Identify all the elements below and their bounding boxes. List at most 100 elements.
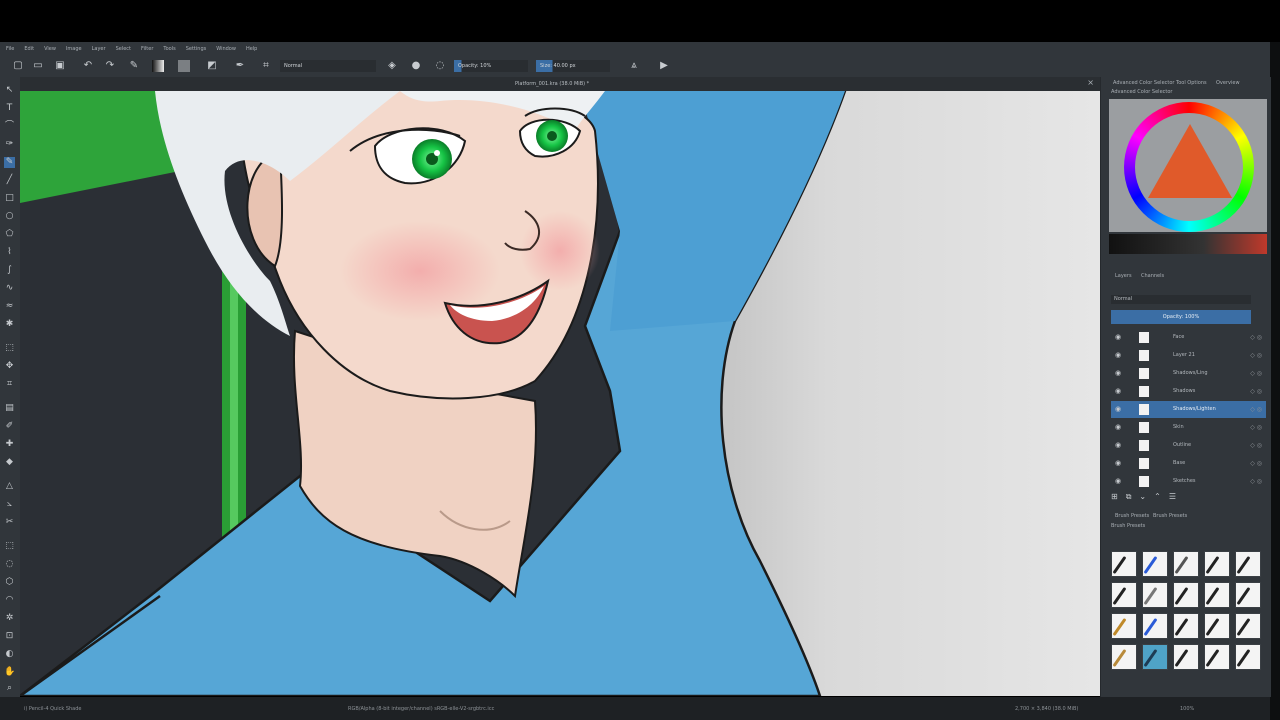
fill-tool-icon[interactable]: ◆	[4, 457, 15, 468]
brush-preset[interactable]	[1142, 613, 1168, 639]
polyline-tool-icon[interactable]: ⌇	[4, 247, 15, 258]
rect-select-icon[interactable]: ⬚	[4, 541, 15, 552]
layer-row[interactable]: ◉ Skin ◇ ◎	[1111, 419, 1266, 436]
lock-icon[interactable]: ◇ ◎	[1250, 383, 1262, 400]
assistant-tool-icon[interactable]: △	[4, 481, 15, 492]
zoom-tool-icon[interactable]: ⌕	[4, 683, 15, 694]
brush-preset-selected[interactable]	[1142, 644, 1168, 670]
duplicate-layer-icon[interactable]: ⧉	[1126, 492, 1140, 501]
redo-icon[interactable]: ↷	[104, 60, 116, 72]
menu-help[interactable]: Help	[246, 46, 257, 52]
brush-preset[interactable]	[1173, 551, 1199, 577]
pattern-swatch[interactable]	[178, 60, 190, 72]
dynamic-brush-icon[interactable]: ≈	[4, 301, 15, 312]
lock-icon[interactable]: ◇ ◎	[1250, 329, 1262, 346]
menu-image[interactable]: Image	[66, 46, 82, 52]
brush-preset[interactable]	[1142, 551, 1168, 577]
line-tool-icon[interactable]: ╱	[4, 175, 15, 186]
freehand-brush-icon[interactable]: ✎	[4, 157, 15, 168]
menu-select[interactable]: Select	[116, 46, 131, 52]
new-document-icon[interactable]: ▢	[12, 60, 24, 72]
gradient-swatch[interactable]	[152, 60, 164, 72]
brush-preset[interactable]	[1204, 613, 1230, 639]
mirror-vertical-icon[interactable]: ▶	[658, 60, 670, 72]
bezier-select-icon[interactable]: ◐	[4, 649, 15, 660]
contiguous-select-icon[interactable]: ✲	[4, 613, 15, 624]
layer-row-selected[interactable]: ◉ Shadows/Lighten ◇ ◎	[1111, 401, 1266, 418]
color-picker-icon[interactable]: ✐	[4, 421, 15, 432]
brush-presets-title[interactable]: Brush Presets	[1115, 513, 1149, 519]
brush-preset[interactable]	[1235, 582, 1261, 608]
brush-preset[interactable]	[1111, 644, 1137, 670]
brush-size-slider[interactable]: Size: 40.00 px	[536, 60, 610, 72]
eye-icon[interactable]: ◉	[1115, 388, 1122, 395]
bezier-tool-icon[interactable]: ∫	[4, 265, 15, 276]
menu-layer[interactable]: Layer	[92, 46, 106, 52]
eye-icon[interactable]: ◉	[1115, 370, 1122, 377]
move-layer-down-icon[interactable]: ⌄	[1139, 492, 1154, 501]
layer-blend-select[interactable]: Normal	[1111, 295, 1251, 304]
rectangle-tool-icon[interactable]: □	[4, 193, 15, 204]
freehand-path-icon[interactable]: ∿	[4, 283, 15, 294]
text-tool-icon[interactable]: T	[4, 103, 15, 114]
layer-row[interactable]: ◉ Shadows/Ling ◇ ◎	[1111, 365, 1266, 382]
polygon-tool-icon[interactable]: ⬠	[4, 229, 15, 240]
brush-preset[interactable]	[1111, 613, 1137, 639]
eye-icon[interactable]: ◉	[1115, 478, 1122, 485]
pan-tool-icon[interactable]: ✋	[4, 667, 15, 678]
menu-file[interactable]: File	[6, 46, 14, 52]
brush-preset[interactable]	[1204, 644, 1230, 670]
freehand-select-icon[interactable]: ◠	[4, 595, 15, 606]
measure-tool-icon[interactable]: ⦣	[4, 499, 15, 510]
similar-select-icon[interactable]: ⊡	[4, 631, 15, 642]
tab-channels[interactable]: Channels	[1141, 273, 1164, 279]
menu-edit[interactable]: Edit	[24, 46, 34, 52]
eye-icon[interactable]: ◉	[1115, 424, 1122, 431]
brush-preset[interactable]	[1173, 644, 1199, 670]
ellipse-tool-icon[interactable]: ○	[4, 211, 15, 222]
edit-brush-icon[interactable]: ⌗	[260, 60, 272, 72]
move-tool-icon[interactable]: ✥	[4, 361, 15, 372]
polygon-select-icon[interactable]: ⬡	[4, 577, 15, 588]
brush-preset[interactable]	[1235, 644, 1261, 670]
hue-ring[interactable]	[1124, 102, 1254, 232]
brush-preset[interactable]	[1235, 551, 1261, 577]
move-layer-up-icon[interactable]: ⌃	[1154, 492, 1169, 501]
layer-row[interactable]: ◉ Base ◇ ◎	[1111, 455, 1266, 472]
brush-preset[interactable]	[1173, 613, 1199, 639]
undo-icon[interactable]: ↶	[82, 60, 94, 72]
eraser-mode-icon[interactable]: ◈	[386, 60, 398, 72]
menu-filter[interactable]: Filter	[141, 46, 153, 52]
transform-tool-icon[interactable]: ⬚	[4, 343, 15, 354]
eye-icon[interactable]: ◉	[1115, 352, 1122, 359]
eye-icon[interactable]: ◉	[1115, 460, 1122, 467]
color-history[interactable]	[1109, 234, 1267, 254]
fg-bg-color-icon[interactable]: ◩	[206, 60, 218, 72]
document-tab[interactable]: Platform_001.kra (38.0 MiB) *	[515, 79, 589, 89]
lock-icon[interactable]: ◇ ◎	[1250, 401, 1262, 418]
tab-layers[interactable]: Layers	[1115, 273, 1132, 279]
brush-preset[interactable]	[1111, 582, 1137, 608]
brush-filter[interactable]: Brush Presets	[1111, 523, 1145, 529]
menu-window[interactable]: Window	[216, 46, 236, 52]
multibrush-icon[interactable]: ✱	[4, 319, 15, 330]
menu-tools[interactable]: Tools	[163, 46, 175, 52]
lock-icon[interactable]: ◇ ◎	[1250, 365, 1262, 382]
drawing-canvas[interactable]	[20, 91, 1100, 696]
opacity-slider[interactable]: Opacity: 10%	[454, 60, 528, 72]
gradient-tool-icon[interactable]: ▤	[4, 403, 15, 414]
brush-preset[interactable]	[1204, 551, 1230, 577]
edit-shapes-icon[interactable]: ⌒	[4, 121, 15, 132]
layer-row[interactable]: ◉ Sketches ◇ ◎	[1111, 473, 1266, 490]
brush-preset[interactable]	[1204, 582, 1230, 608]
preserve-alpha-icon[interactable]: ●	[410, 60, 422, 72]
menu-view[interactable]: View	[44, 46, 56, 52]
brush-presets-icon[interactable]: ✒	[234, 60, 246, 72]
layer-row[interactable]: ◉ Face ◇ ◎	[1111, 329, 1266, 346]
eye-icon[interactable]: ◉	[1115, 406, 1122, 413]
save-icon[interactable]: ▣	[54, 60, 66, 72]
brush-tag-select[interactable]: Brush Presets	[1153, 513, 1187, 519]
reload-preset-icon[interactable]: ◌	[434, 60, 446, 72]
select-shapes-icon[interactable]: ↖	[4, 85, 15, 96]
add-layer-icon[interactable]: ⊞	[1111, 492, 1126, 501]
